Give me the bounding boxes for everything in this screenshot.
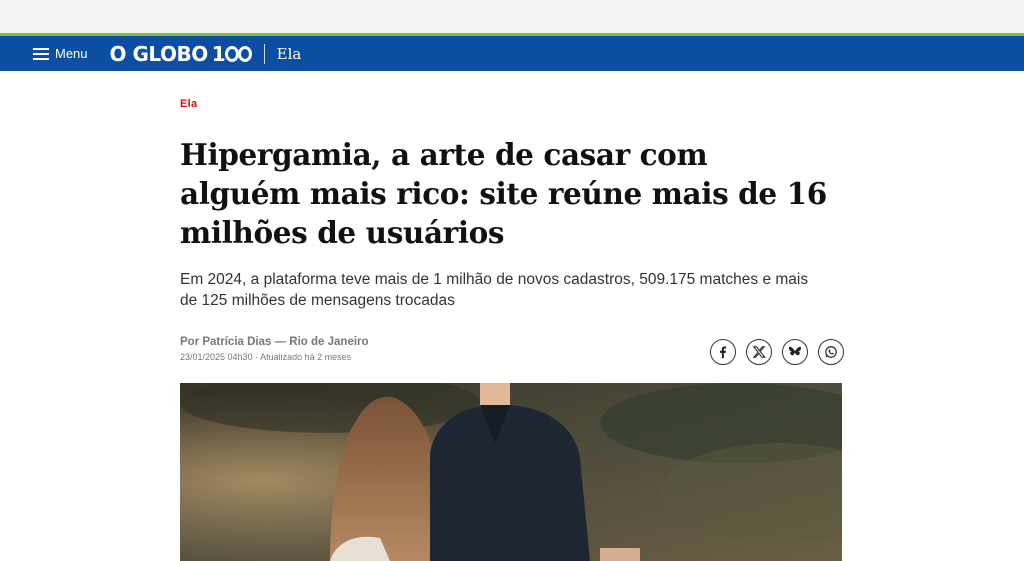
share-whatsapp-button[interactable] (818, 339, 844, 365)
hero-image (180, 383, 842, 561)
share-x-button[interactable] (746, 339, 772, 365)
menu-label: Menu (55, 46, 88, 61)
logo-badge-digit: 1 (211, 41, 226, 66)
section-link[interactable]: Ela (277, 45, 302, 63)
centenary-badge: 1 (212, 42, 252, 66)
byline-row: Por Patrícia Dias — Rio de Janeiro 23/01… (180, 336, 844, 365)
header-divider (263, 43, 265, 64)
article-headline: Hipergamia, a arte de casar com alguém m… (180, 137, 827, 250)
article: Ela Hipergamia, a arte de casar com algu… (180, 92, 844, 365)
browser-top-strip (0, 0, 1024, 33)
dateline: 23/01/2025 04h30 · Atualizado há 2 meses (180, 352, 352, 362)
facebook-icon (720, 346, 727, 359)
share-buttons (710, 339, 844, 365)
menu-button[interactable]: Menu (33, 46, 88, 61)
hamburger-icon (33, 47, 49, 60)
site-header: Menu O GLOBO 1 Ela (0, 33, 1024, 71)
bluesky-icon (788, 346, 802, 356)
x-icon (752, 346, 766, 358)
author-line: Por Patrícia Dias — Rio de Janeiro (180, 336, 369, 348)
section-kicker[interactable]: Ela (180, 98, 197, 110)
logo-badge-ring (237, 45, 252, 62)
logo-badge-ring (224, 45, 239, 62)
byline: Por Patrícia Dias — Rio de Janeiro 23/01… (180, 336, 369, 362)
share-bluesky-button[interactable] (782, 339, 808, 365)
logo-wordmark: O GLOBO (109, 41, 209, 66)
article-subtitle: Em 2024, a plataforma teve mais de 1 mil… (180, 271, 809, 309)
site-logo[interactable]: O GLOBO 1 (110, 42, 252, 66)
share-facebook-button[interactable] (710, 339, 736, 365)
hero-photo (180, 383, 842, 561)
whatsapp-icon (825, 346, 837, 358)
